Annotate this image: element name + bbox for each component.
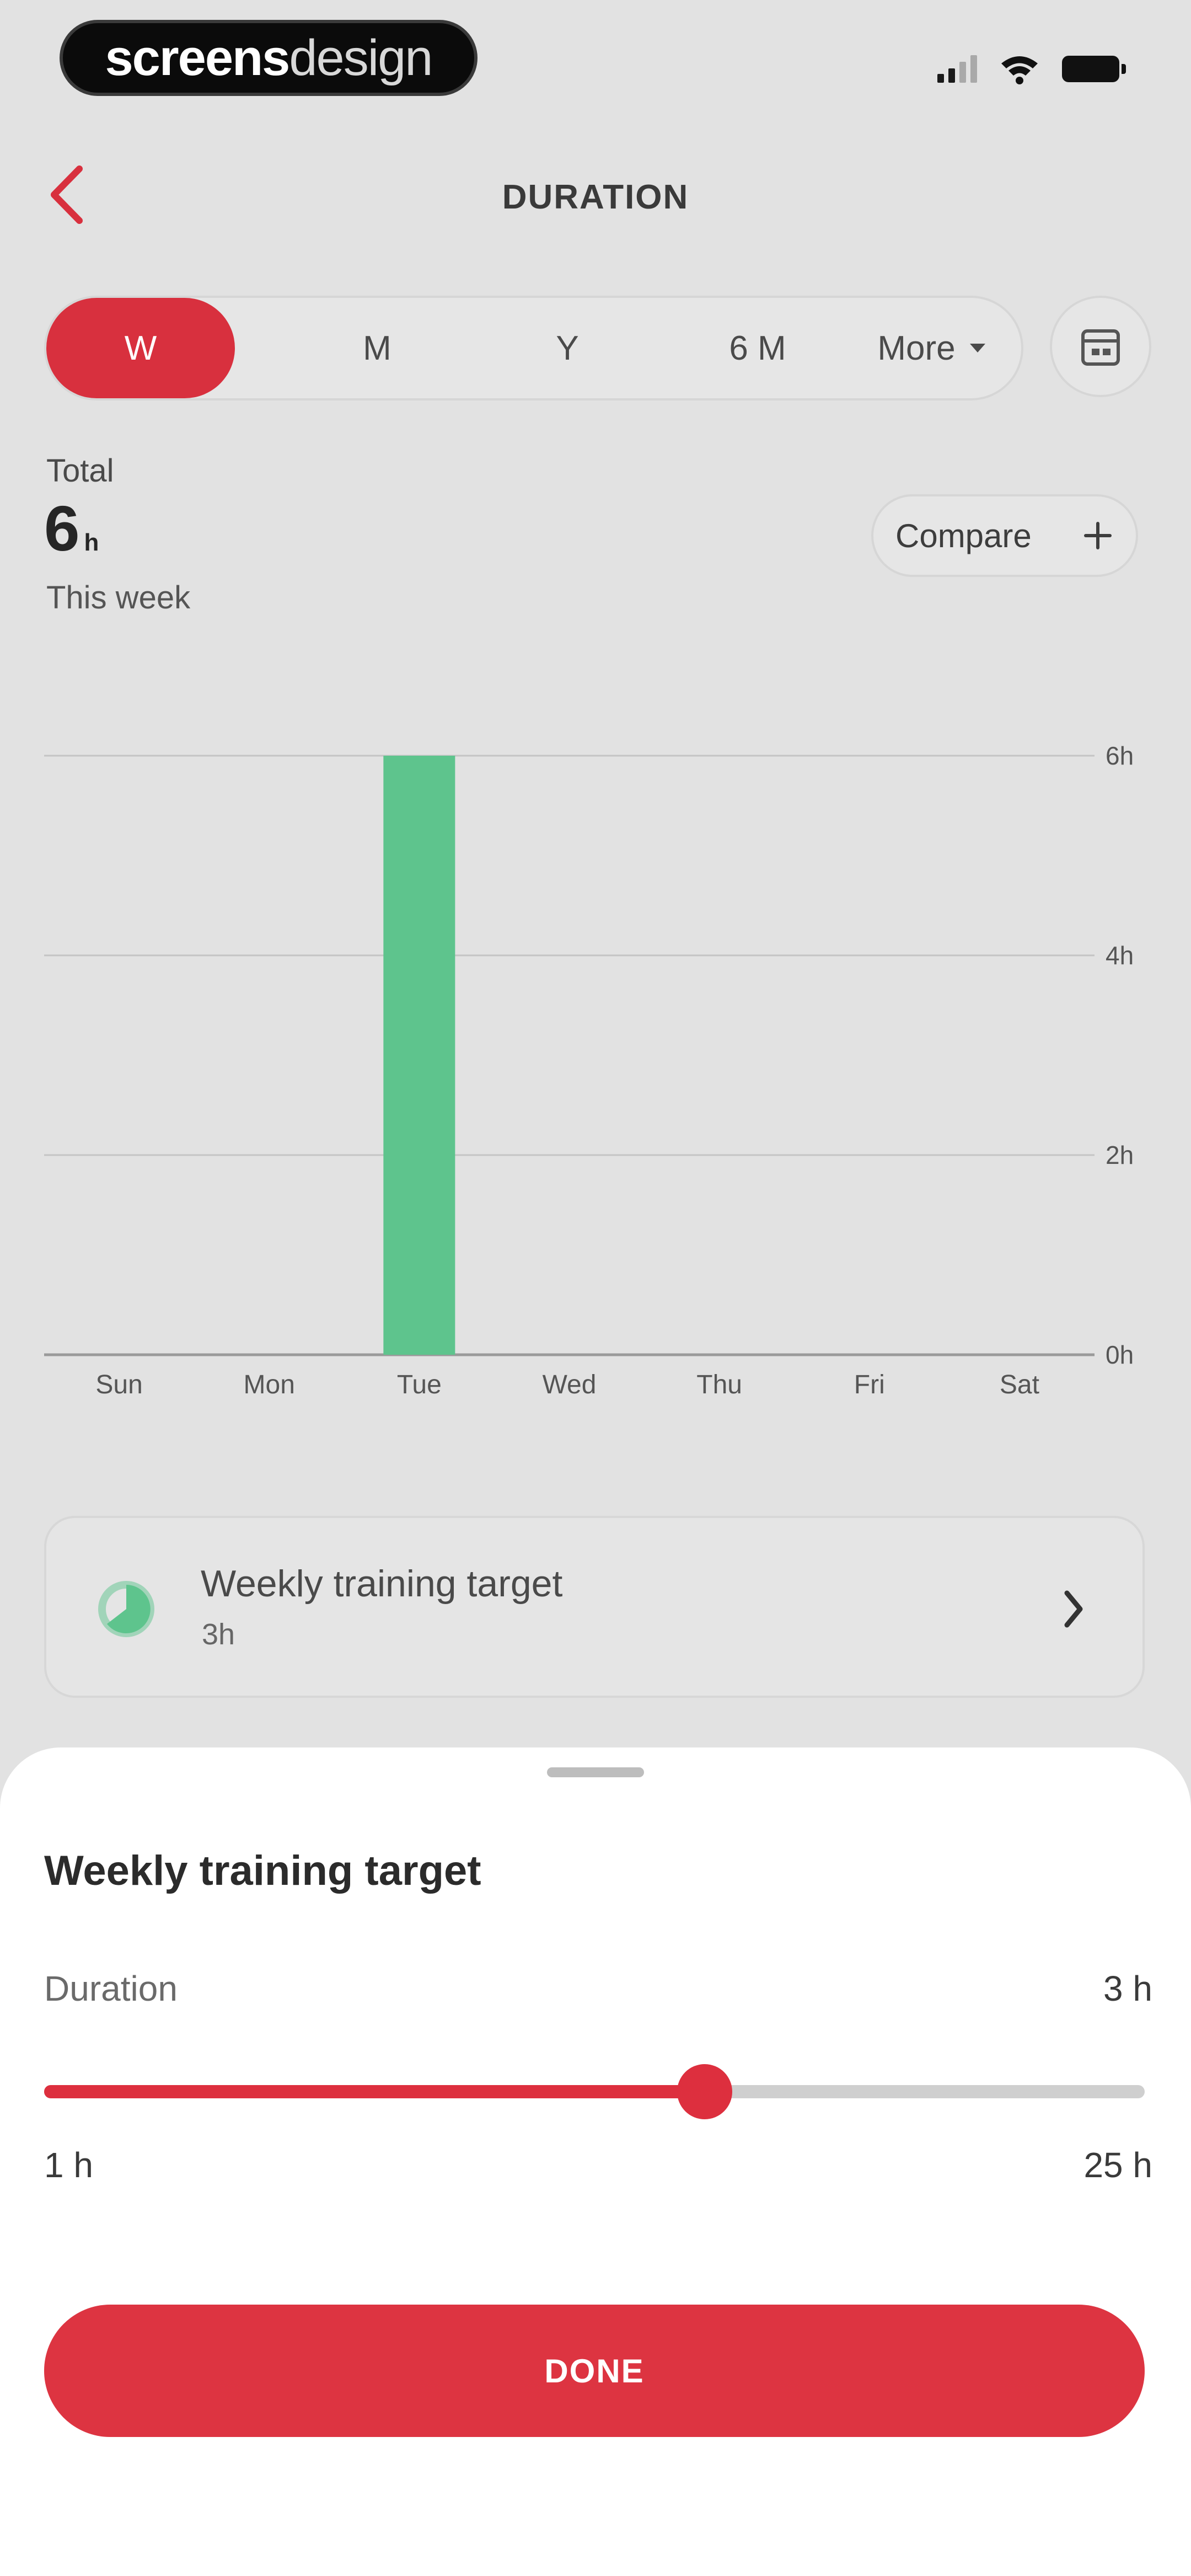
x-tick-label: Thu (696, 1370, 742, 1399)
sheet-title: Weekly training target (44, 1847, 481, 1894)
total-label: Total (46, 453, 114, 489)
duration-value: 3 h (1103, 1969, 1152, 2008)
page-title: DURATION (502, 178, 689, 216)
target-bottom-sheet: Weekly training target Duration 3 h 1 h … (0, 1747, 1191, 2576)
total-unit: h (84, 529, 99, 556)
tab-more-label: More (877, 329, 956, 367)
calendar-button[interactable] (1050, 296, 1151, 397)
signal-icon (937, 55, 977, 83)
caret-down-icon (969, 344, 985, 352)
target-title: Weekly training target (201, 1563, 563, 1605)
plus-icon (1084, 522, 1112, 549)
progress-pie-icon (98, 1581, 154, 1637)
done-button[interactable]: DONE (44, 2305, 1145, 2437)
target-value: 3h (202, 1618, 235, 1651)
tab-week[interactable]: W (46, 298, 235, 398)
compare-label: Compare (895, 517, 1032, 554)
tab-week-label: W (124, 329, 157, 367)
compare-button[interactable]: Compare (871, 494, 1138, 577)
bar-tue[interactable] (383, 756, 455, 1355)
y-tick-label: 2h (1106, 1141, 1134, 1169)
tab-six-months[interactable]: 6 M (664, 298, 851, 398)
logo-text-bold: screens (105, 29, 291, 86)
y-tick-label: 6h (1106, 741, 1134, 770)
tab-six-months-label: 6 M (729, 329, 786, 367)
x-tick-label: Wed (543, 1370, 597, 1399)
total-number: 6 (44, 493, 80, 564)
wifi-icon (1001, 56, 1038, 84)
weekly-target-card[interactable]: Weekly training target 3h (44, 1516, 1145, 1698)
tab-month-label: M (363, 329, 391, 367)
screen: screens design DURATION W M Y 6 M More T… (0, 0, 1191, 2576)
duration-bar-chart: 0h 2h 4h 6h Sun Mon Tue Wed Thu Fri Sat (44, 741, 1134, 1399)
duration-slider[interactable] (44, 2062, 1145, 2123)
slider-max-label: 25 h (1083, 2145, 1152, 2185)
x-tick-label: Sat (1000, 1370, 1039, 1399)
chevron-right-icon (1043, 1579, 1104, 1639)
y-tick-label: 0h (1106, 1340, 1134, 1369)
x-tick-label: Sun (95, 1370, 142, 1399)
slider-min-label: 1 h (44, 2145, 93, 2185)
x-tick-label: Mon (244, 1370, 295, 1399)
battery-icon (1062, 56, 1126, 82)
duration-label: Duration (44, 1969, 178, 2008)
slider-thumb[interactable] (677, 2064, 732, 2119)
tab-month[interactable]: M (283, 298, 471, 398)
tab-year[interactable]: Y (474, 298, 661, 398)
total-value: 6h (44, 496, 99, 560)
sheet-grabber[interactable] (547, 1767, 644, 1777)
x-tick-label: Fri (854, 1370, 885, 1399)
calendar-icon (1081, 329, 1120, 366)
tab-year-label: Y (556, 329, 579, 367)
status-bar: screens design (0, 0, 1191, 121)
logo-text-light: design (289, 29, 433, 86)
logo-badge: screens design (60, 20, 478, 96)
slider-fill (44, 2085, 705, 2098)
total-period: This week (46, 580, 191, 616)
tab-more[interactable]: More (840, 298, 1022, 398)
y-tick-label: 4h (1106, 941, 1134, 970)
period-selector: W M Y 6 M More (44, 296, 1023, 400)
x-tick-label: Tue (397, 1370, 442, 1399)
status-icons (937, 50, 1126, 88)
header: DURATION (0, 149, 1191, 243)
